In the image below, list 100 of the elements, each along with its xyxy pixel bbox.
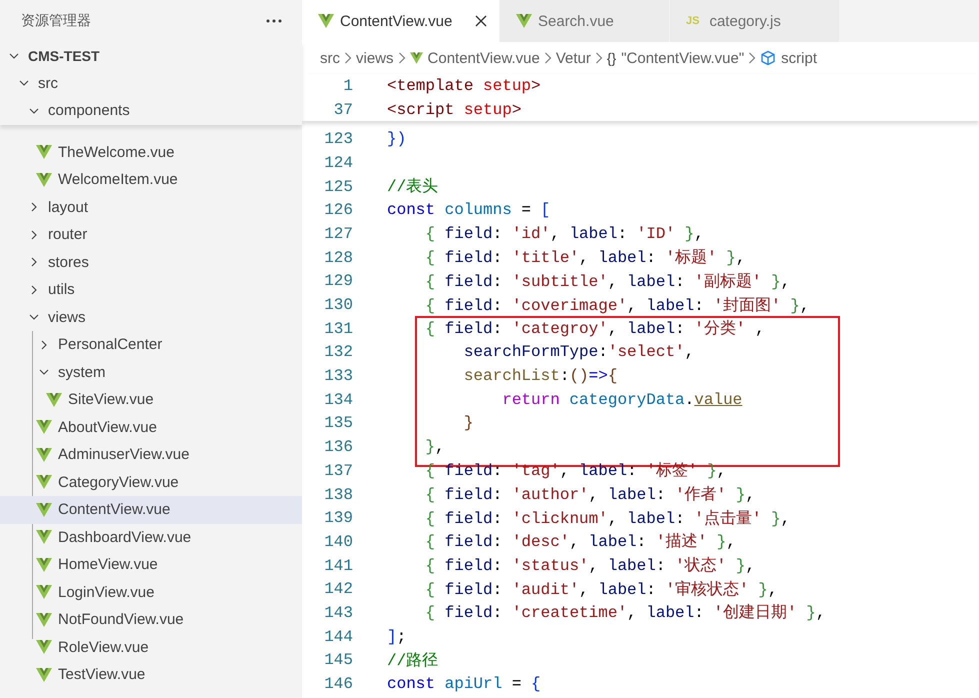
chevron-right-icon xyxy=(544,52,552,64)
explorer-title: 资源管理器 xyxy=(21,12,91,30)
code-line: { field: 'status', label: '状态' }, xyxy=(424,556,756,576)
tree-item[interactable]: layout xyxy=(0,194,302,221)
code-line: { field: 'title', label: '标题' }, xyxy=(424,248,746,268)
breadcrumb-item[interactable]: {} "ContentView.vue" xyxy=(606,50,744,66)
editor-tab[interactable]: JS category.js xyxy=(669,0,839,42)
tree-item[interactable]: stores xyxy=(0,248,302,276)
tree-item[interactable]: views xyxy=(0,304,302,331)
code-line: { field: 'desc', label: '描述' }, xyxy=(424,532,736,552)
line-number: 128 xyxy=(323,248,354,267)
more-icon[interactable] xyxy=(266,19,282,23)
code-line: <script setup> xyxy=(387,100,522,119)
breadcrumb-item[interactable]: script xyxy=(760,50,818,66)
tree-item[interactable]: components xyxy=(0,97,302,124)
breadcrumb-item[interactable]: views xyxy=(356,50,394,66)
tree-item[interactable]: NotFoundView.vue xyxy=(0,606,302,634)
line-number: 124 xyxy=(323,154,354,172)
tree-item[interactable]: LoginView.vue xyxy=(0,578,302,606)
tree-item[interactable]: CMS-TEST xyxy=(0,42,302,70)
line-number: 135 xyxy=(323,414,354,432)
vue-file-icon xyxy=(410,52,423,64)
vue-file-icon xyxy=(46,392,62,407)
vue-file-icon xyxy=(36,475,52,490)
line-number: 144 xyxy=(323,628,354,646)
line-number: 123 xyxy=(323,130,354,148)
close-icon[interactable] xyxy=(475,15,487,27)
breadcrumb-item[interactable]: ContentView.vue xyxy=(410,50,540,66)
code-line: }, xyxy=(424,438,445,456)
code-line: const apiUrl = { xyxy=(387,675,541,694)
tree-item[interactable]: DashboardView.vue xyxy=(0,524,302,551)
code-line: }) xyxy=(387,130,406,148)
line-number: 137 xyxy=(323,462,354,480)
code-line: { field: 'author', label: '作者' }, xyxy=(424,484,756,506)
editor-tab[interactable]: ContentView.vue xyxy=(302,0,499,42)
chevron-right-icon xyxy=(398,52,406,64)
vue-file-icon xyxy=(318,14,334,28)
line-number: 146 xyxy=(323,675,354,694)
line-number: 145 xyxy=(323,651,354,670)
chevron-right-icon xyxy=(594,52,603,64)
vue-file-icon xyxy=(36,640,52,654)
code-line: { field: 'categroy', label: '分类' , xyxy=(424,318,765,340)
tree-item[interactable]: src xyxy=(0,70,302,97)
code-line: { field: 'subtitle', label: '副标题' }, xyxy=(424,272,790,292)
tree-item[interactable]: AdminuserView.vue xyxy=(0,441,302,468)
tree-item[interactable]: HomeView.vue xyxy=(0,551,302,578)
line-number: 1 xyxy=(342,76,354,95)
vue-file-icon xyxy=(36,668,52,682)
vue-file-icon xyxy=(36,558,52,572)
line-number: 136 xyxy=(323,438,354,456)
vue-file-icon xyxy=(36,172,52,187)
line-number: 126 xyxy=(323,201,354,220)
cube-icon xyxy=(760,50,776,66)
tree-item[interactable]: PersonalCenter xyxy=(0,331,302,358)
tree-item[interactable]: ContentView.vue xyxy=(0,496,302,524)
tree-item[interactable]: WelcomeItem.vue xyxy=(0,166,302,194)
line-number: 129 xyxy=(323,272,354,290)
line-number: 141 xyxy=(323,556,354,575)
line-number: 138 xyxy=(323,486,354,504)
editor-tab[interactable]: Search.vue xyxy=(499,0,669,42)
tree-item[interactable]: utils xyxy=(0,276,302,304)
line-number: 132 xyxy=(323,343,354,362)
code-line: ]; xyxy=(387,628,406,646)
vue-file-icon xyxy=(36,585,52,600)
chevron-right-icon xyxy=(748,52,756,64)
tree-item[interactable]: TheWelcome.vue xyxy=(0,138,302,166)
tree-item[interactable]: router xyxy=(0,221,302,248)
tree-item[interactable]: RoleView.vue xyxy=(0,634,302,661)
line-number: 133 xyxy=(323,367,354,386)
vue-file-icon xyxy=(36,530,52,544)
line-number: 131 xyxy=(323,320,354,338)
line-number: 142 xyxy=(323,580,354,598)
vue-file-icon xyxy=(36,612,52,627)
code-line: searchFormType:'select', xyxy=(462,343,694,362)
tree-item[interactable]: system xyxy=(0,358,302,386)
tree-item[interactable]: TestView.vue xyxy=(0,661,302,688)
code-line: { field: 'tag', label: '标签' }, xyxy=(424,461,726,482)
line-number: 127 xyxy=(323,224,354,243)
vue-file-icon xyxy=(36,448,52,462)
code-line: const columns = [ xyxy=(387,201,550,220)
vue-file-icon xyxy=(36,502,52,517)
tree-item[interactable]: CategoryView.vue xyxy=(0,468,302,496)
code-line: { field: 'coverimage', label: '封面图' }, xyxy=(424,296,810,316)
tree-item[interactable]: SiteView.vue xyxy=(0,386,302,414)
line-number: 139 xyxy=(323,509,354,528)
braces-icon: {} xyxy=(606,50,616,66)
code-line: return categoryData.value xyxy=(501,390,742,409)
code-line: { field: 'audit', label: '审核状态' }, xyxy=(424,580,778,600)
code-line: } xyxy=(462,414,474,432)
code-line: { field: 'id', label: 'ID' }, xyxy=(424,224,704,243)
code-line: { field: 'createtime', label: '创建日期' }, xyxy=(424,602,826,624)
tree-item[interactable]: AboutView.vue xyxy=(0,414,302,441)
code-line: <template setup> xyxy=(387,76,541,95)
breadcrumb-item[interactable]: src xyxy=(320,50,340,66)
line-number: 130 xyxy=(323,296,354,314)
line-number: 140 xyxy=(323,532,354,551)
chevron-right-icon xyxy=(344,52,352,64)
code-line: //表头 xyxy=(387,176,438,198)
line-number: 143 xyxy=(323,604,354,622)
breadcrumb-item[interactable]: Vetur xyxy=(556,50,591,66)
